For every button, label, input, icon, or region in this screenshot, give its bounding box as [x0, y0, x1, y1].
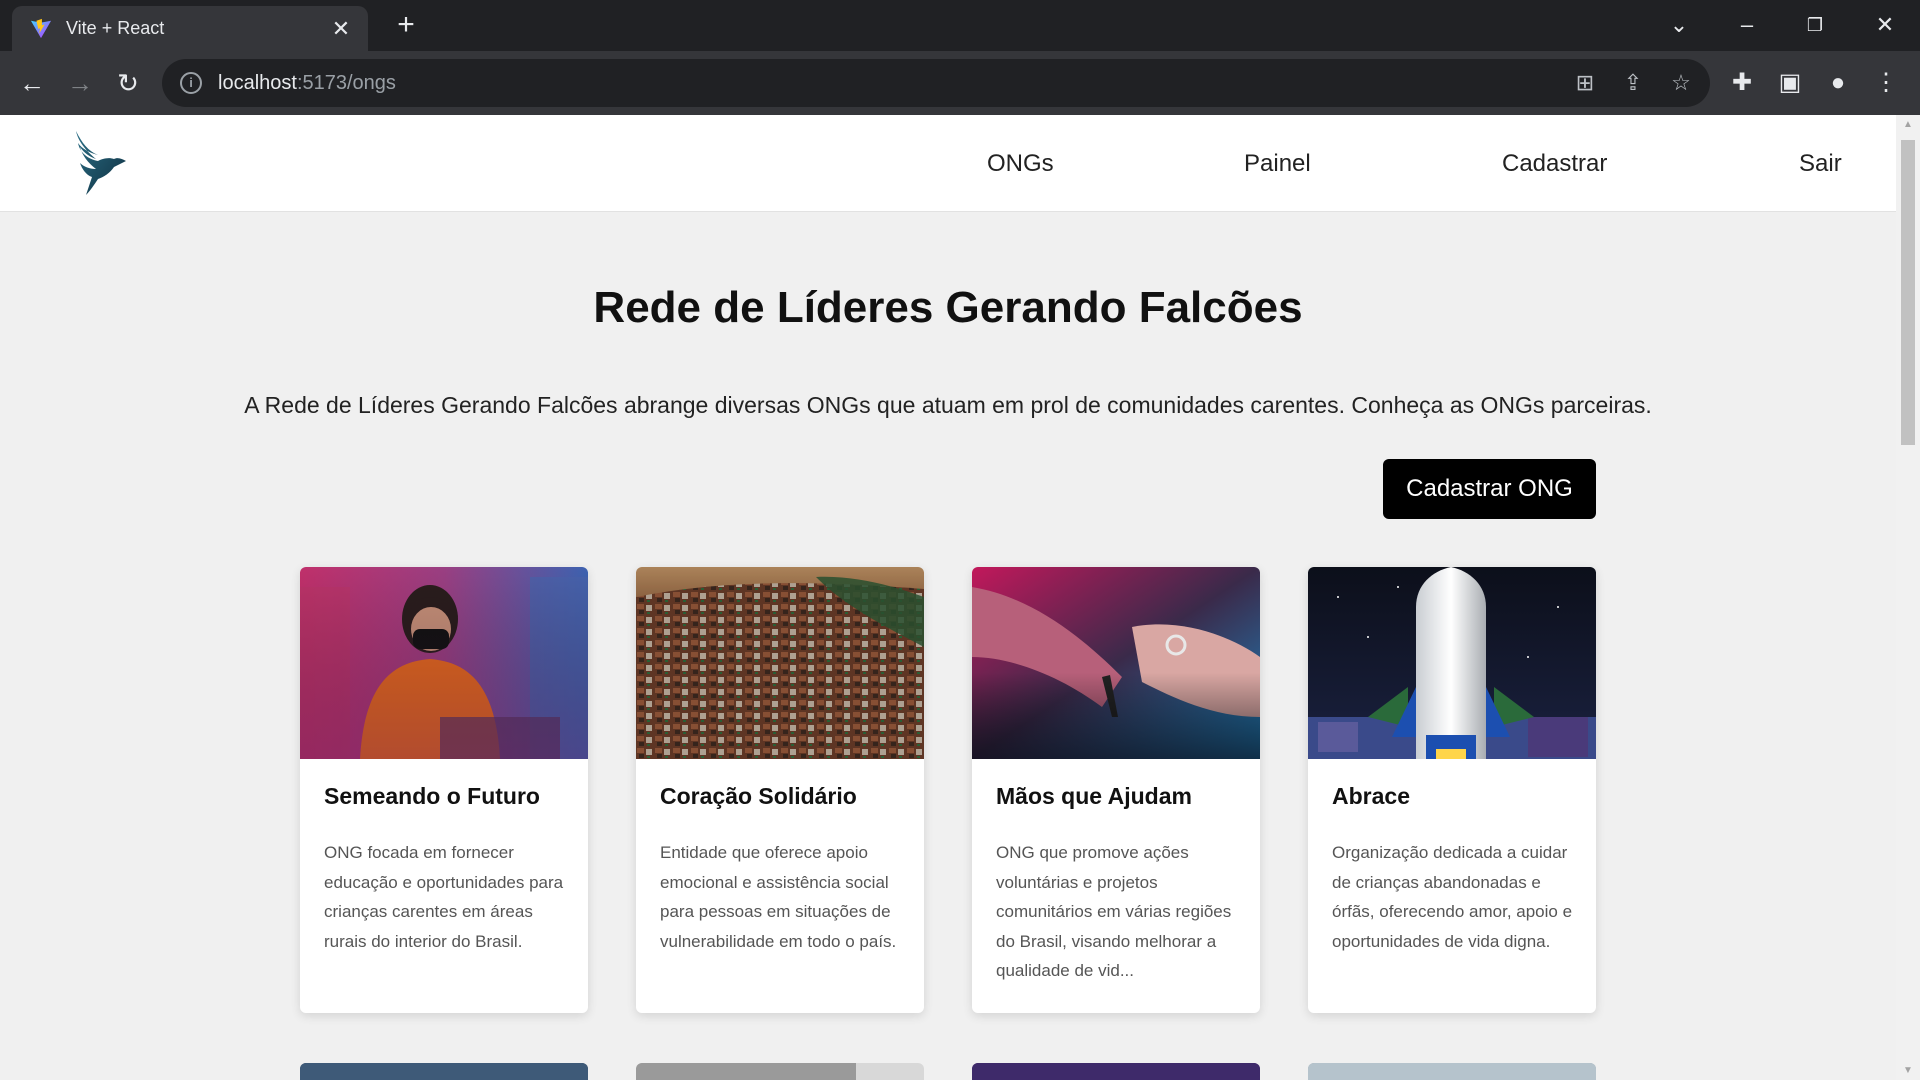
tab-title: Vite + React: [66, 18, 165, 38]
nav-link-ongs[interactable]: ONGs: [987, 150, 1054, 178]
falcon-logo-icon[interactable]: [72, 129, 128, 197]
ong-card-partial[interactable]: [1308, 1063, 1596, 1080]
nav-link-painel[interactable]: Painel: [1244, 150, 1311, 178]
ong-card-image: [972, 567, 1260, 759]
nav-link-sair[interactable]: Sair: [1799, 150, 1842, 178]
new-tab-icon[interactable]: +: [390, 10, 422, 42]
browser-tab[interactable]: Vite + React ✕: [12, 6, 368, 51]
ong-card-title: Semeando o Futuro: [324, 783, 540, 809]
site-navbar: ONGs Painel Cadastrar Sair: [0, 115, 1896, 212]
ong-card-title: Abrace: [1332, 783, 1410, 809]
minimize-icon[interactable]: –: [1724, 8, 1770, 42]
ong-card-title: Mãos que Ajudam: [996, 783, 1192, 809]
tab-search-icon[interactable]: ⌄: [1656, 8, 1702, 42]
ong-card-title: Coração Solidário: [660, 783, 857, 809]
ong-card[interactable]: Mãos que Ajudam ONG que promove ações vo…: [972, 567, 1260, 1013]
profile-icon[interactable]: ●: [1820, 65, 1856, 101]
page-title: Rede de Líderes Gerando Falcões: [593, 283, 1303, 332]
ong-card-description: Organização dedicada a cuidar de criança…: [1332, 843, 1573, 951]
page-description: A Rede de Líderes Gerando Falcões abrang…: [244, 392, 1652, 418]
ong-card-description: Entidade que oferece apoio emocional e a…: [660, 843, 897, 951]
side-panel-icon[interactable]: ▣: [1772, 65, 1808, 101]
ong-card[interactable]: Coração Solidário Entidade que oferece a…: [636, 567, 924, 1013]
ong-card-partial[interactable]: [972, 1063, 1260, 1080]
menu-icon[interactable]: ⋮: [1868, 65, 1904, 101]
site-info-icon[interactable]: i: [180, 72, 202, 94]
translate-icon[interactable]: ⊞: [1570, 67, 1600, 99]
close-tab-icon[interactable]: ✕: [328, 16, 354, 42]
url-path: :5173/ongs: [296, 71, 396, 94]
ong-card-partial[interactable]: [300, 1063, 588, 1080]
extensions-icon[interactable]: ✚: [1724, 65, 1760, 101]
restore-icon[interactable]: ❐: [1792, 8, 1838, 42]
url-host: localhost: [218, 71, 297, 94]
scrollbar-thumb[interactable]: [1901, 140, 1915, 445]
ong-card[interactable]: Abrace Organização dedicada a cuidar de …: [1308, 567, 1596, 1013]
forward-icon[interactable]: →: [62, 65, 98, 101]
ong-card-description: ONG que promove ações voluntárias e proj…: [996, 843, 1232, 980]
scroll-up-icon[interactable]: ▲: [1902, 119, 1914, 130]
register-ong-button[interactable]: Cadastrar ONG: [1383, 459, 1596, 519]
ong-card-image: [1308, 567, 1596, 759]
close-window-icon[interactable]: ✕: [1862, 8, 1908, 42]
address-bar[interactable]: i localhost:5173/ongs ⊞ ⇪ ☆: [162, 59, 1710, 107]
scroll-down-icon[interactable]: ▼: [1902, 1065, 1914, 1076]
ong-card-image: [300, 567, 588, 759]
share-icon[interactable]: ⇪: [1618, 67, 1648, 99]
page-scrollbar[interactable]: ▲ ▼: [1896, 115, 1920, 1080]
nav-link-cadastrar[interactable]: Cadastrar: [1502, 150, 1607, 178]
reload-icon[interactable]: ↻: [110, 65, 146, 101]
ong-card-image: [636, 567, 924, 759]
ong-card[interactable]: Semeando o Futuro ONG focada em fornecer…: [300, 567, 588, 1013]
browser-toolbar: ← → ↻ i localhost:5173/ongs ⊞ ⇪ ☆ ✚ ▣ ● …: [0, 51, 1920, 115]
tab-strip: Vite + React ✕ + ⌄ – ❐ ✕: [0, 0, 1920, 51]
vite-favicon-icon: [30, 18, 52, 38]
ong-card-description: ONG focada em fornecer educação e oportu…: [324, 843, 564, 951]
page-viewport: ONGs Painel Cadastrar Sair Rede de Líder…: [0, 115, 1896, 1080]
back-icon[interactable]: ←: [14, 65, 50, 101]
bookmark-star-icon[interactable]: ☆: [1666, 67, 1696, 99]
ong-card-partial[interactable]: [636, 1063, 924, 1080]
